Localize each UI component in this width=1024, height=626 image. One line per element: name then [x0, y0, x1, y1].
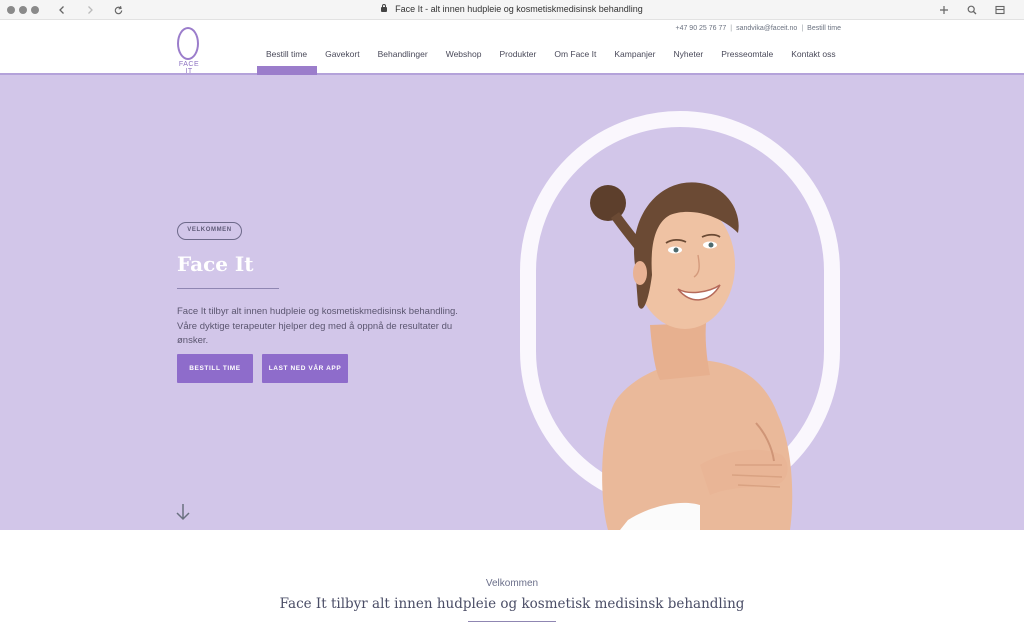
hero-divider	[177, 288, 279, 289]
new-tab-icon[interactable]	[936, 2, 952, 18]
main-nav: Bestill time Gavekort Behandlinger Websh…	[257, 48, 845, 60]
topbar-divider: |	[801, 25, 804, 32]
browser-title: Face It - alt innen hudpleie og kosmetis…	[395, 4, 643, 14]
hero-title: Face It	[177, 252, 254, 276]
browser-toolbar: Face It - alt innen hudpleie og kosmetis…	[0, 0, 1024, 20]
logo-text: FACE IT	[178, 61, 200, 75]
download-app-button[interactable]: LAST NED VÅR APP	[262, 354, 348, 383]
email-link[interactable]: sandvika@faceit.no	[736, 25, 797, 32]
face-it-logo[interactable]: FACE IT	[176, 27, 202, 75]
nav-item-webshop[interactable]: Webshop	[437, 48, 491, 60]
welcome-badge: VELKOMMEN	[177, 222, 242, 240]
phone-link[interactable]: +47 90 25 76 77	[675, 25, 726, 32]
lock-icon	[381, 4, 388, 12]
section-eyebrow: Velkommen	[485, 578, 539, 589]
book-appointment-button[interactable]: BESTILL TIME	[177, 354, 253, 383]
section-title: Face It tilbyr alt innen hudpleie og kos…	[279, 596, 745, 612]
nav-item-om-face-it[interactable]: Om Face It	[545, 48, 605, 60]
scroll-down-arrow-icon[interactable]	[174, 502, 192, 522]
nav-item-nyheter[interactable]: Nyheter	[664, 48, 712, 60]
topbar-book-link[interactable]: Bestill time	[807, 25, 841, 32]
hero-description: Face It tilbyr alt innen hudpleie og kos…	[177, 306, 458, 346]
site-header: +47 90 25 76 77 | sandvika@faceit.no | B…	[0, 20, 1024, 75]
hero-woman-photo	[590, 182, 793, 530]
page-title-bar: Face It - alt innen hudpleie og kosmetis…	[0, 4, 1024, 14]
nav-item-presseomtale[interactable]: Presseomtale	[712, 48, 782, 60]
nav-active-indicator	[257, 66, 317, 75]
nav-item-behandlinger[interactable]: Behandlinger	[369, 48, 437, 60]
nav-item-produkter[interactable]: Produkter	[490, 48, 545, 60]
logo-mark	[177, 27, 199, 60]
nav-item-bestill-time[interactable]: Bestill time	[257, 48, 316, 60]
nav-item-gavekort[interactable]: Gavekort	[316, 48, 369, 60]
nav-item-kampanjer[interactable]: Kampanjer	[605, 48, 664, 60]
section-divider	[468, 621, 556, 622]
topbar-divider: |	[730, 25, 733, 32]
nav-item-kontakt-oss[interactable]: Kontakt oss	[782, 48, 844, 60]
contact-topbar: +47 90 25 76 77 | sandvika@faceit.no | B…	[675, 25, 841, 32]
sidebar-icon[interactable]	[992, 2, 1008, 18]
hero-section: VELKOMMEN Face It Face It tilbyr alt inn…	[0, 75, 1024, 530]
search-icon[interactable]	[964, 2, 980, 18]
